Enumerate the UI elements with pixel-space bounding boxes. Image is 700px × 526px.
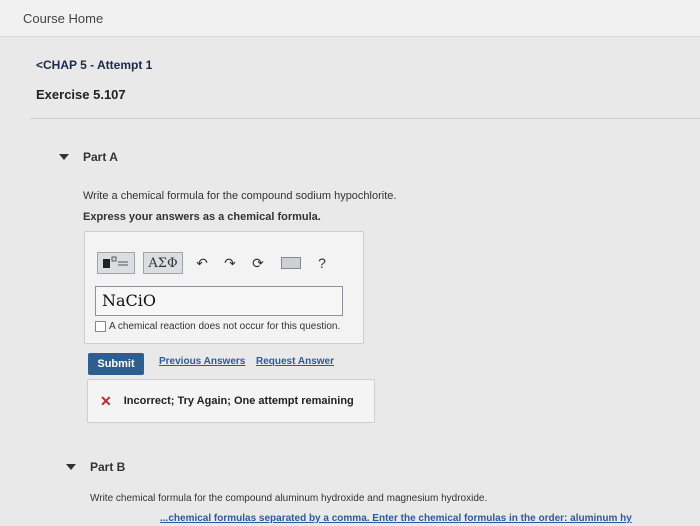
top-bar: Course Home bbox=[0, 0, 700, 37]
reset-icon[interactable]: ⟳ bbox=[247, 252, 269, 274]
no-reaction-label: A chemical reaction does not occur for t… bbox=[109, 321, 341, 332]
exercise-title: Exercise 5.107 bbox=[36, 87, 126, 102]
part-a-question: Write a chemical formula for the compoun… bbox=[83, 190, 397, 202]
undo-icon[interactable]: ↶ bbox=[191, 252, 213, 274]
no-reaction-option[interactable]: A chemical reaction does not occur for t… bbox=[95, 321, 340, 332]
part-b-instruction: ...chemical formulas separated by a comm… bbox=[160, 513, 632, 524]
templates-icon bbox=[103, 256, 128, 268]
part-a-instruction: Express your answers as a chemical formu… bbox=[83, 211, 321, 223]
part-b-question: Write chemical formula for the compound … bbox=[90, 493, 488, 504]
feedback-box: ✕ Incorrect; Try Again; One attempt rema… bbox=[87, 379, 375, 423]
previous-answers-link[interactable]: Previous Answers bbox=[159, 356, 245, 367]
no-reaction-checkbox[interactable] bbox=[95, 321, 106, 332]
keyboard-icon[interactable] bbox=[281, 257, 301, 269]
greek-symbols-button[interactable]: ΑΣΦ bbox=[143, 252, 183, 274]
feedback-text: Incorrect; Try Again; One attempt remain… bbox=[123, 395, 354, 407]
redo-icon[interactable]: ↷ bbox=[219, 252, 241, 274]
help-icon[interactable]: ? bbox=[311, 252, 333, 274]
part-a-collapse-icon[interactable] bbox=[59, 154, 69, 160]
formula-toolbar: ΑΣΦ ↶ ↷ ⟳ ? bbox=[97, 242, 347, 284]
header-divider bbox=[30, 118, 700, 119]
request-answer-link[interactable]: Request Answer bbox=[256, 356, 334, 367]
chapter-breadcrumb-link[interactable]: <CHAP 5 - Attempt 1 bbox=[36, 58, 152, 72]
templates-button[interactable] bbox=[97, 252, 135, 274]
answer-input[interactable]: NaCiO bbox=[95, 286, 343, 316]
part-b-label[interactable]: Part B bbox=[90, 460, 125, 474]
submit-button[interactable]: Submit bbox=[88, 353, 144, 375]
course-home-link[interactable]: Course Home bbox=[23, 11, 103, 26]
answer-panel: ΑΣΦ ↶ ↷ ⟳ ? NaCiO A chemical reaction do… bbox=[84, 231, 364, 344]
part-b-collapse-icon[interactable] bbox=[66, 464, 76, 470]
part-a-label[interactable]: Part A bbox=[83, 150, 118, 164]
incorrect-x-icon: ✕ bbox=[100, 392, 112, 409]
